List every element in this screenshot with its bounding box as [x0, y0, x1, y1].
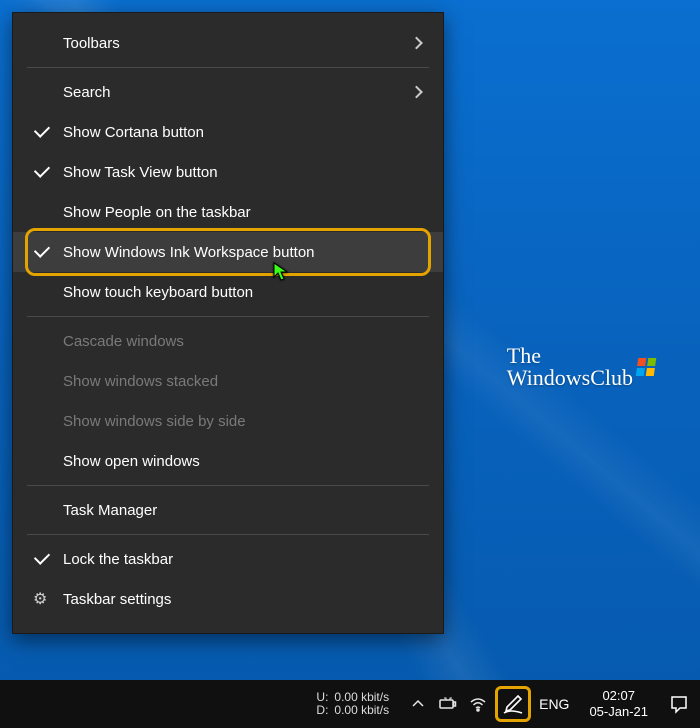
- menu-open-windows[interactable]: Show open windows: [13, 441, 443, 481]
- clock-date: 05-Jan-21: [589, 704, 648, 720]
- menu-show-touch-keyboard[interactable]: Show touch keyboard button: [13, 272, 443, 312]
- battery-icon[interactable]: [439, 695, 457, 713]
- net-down-value: 0.00 kbit/s: [334, 704, 389, 717]
- menu-cascade-windows: Cascade windows: [13, 321, 443, 361]
- menu-show-people-label: Show People on the taskbar: [63, 204, 251, 221]
- menu-task-manager[interactable]: Task Manager: [13, 490, 443, 530]
- menu-cascade-label: Cascade windows: [63, 333, 184, 350]
- menu-taskbar-settings[interactable]: Taskbar settings: [13, 579, 443, 619]
- taskbar-context-menu: Toolbars Search Show Cortana button Show…: [12, 12, 444, 634]
- menu-toolbars-label: Toolbars: [63, 35, 120, 52]
- separator: [27, 316, 429, 317]
- menu-show-ink-workspace[interactable]: Show Windows Ink Workspace button: [13, 232, 443, 272]
- tray-overflow-icon[interactable]: [409, 695, 427, 713]
- menu-show-touch-kb-label: Show touch keyboard button: [63, 284, 253, 301]
- windows-ink-workspace-button[interactable]: [497, 688, 529, 720]
- separator: [27, 485, 429, 486]
- menu-search-label: Search: [63, 84, 111, 101]
- action-center-button[interactable]: [658, 680, 700, 728]
- watermark-line1: The: [507, 345, 633, 367]
- watermark: The WindowsClub: [507, 345, 655, 389]
- clock[interactable]: 02:07 05-Jan-21: [579, 688, 658, 719]
- menu-show-cortana-label: Show Cortana button: [63, 124, 204, 141]
- language-label: ENG: [539, 696, 569, 712]
- watermark-line2: WindowsClub: [507, 367, 633, 389]
- menu-stacked-windows: Show windows stacked: [13, 361, 443, 401]
- separator: [27, 534, 429, 535]
- menu-taskbar-settings-label: Taskbar settings: [63, 591, 171, 608]
- menu-toolbars[interactable]: Toolbars: [13, 23, 443, 63]
- menu-lock-taskbar-label: Lock the taskbar: [63, 551, 173, 568]
- menu-show-cortana[interactable]: Show Cortana button: [13, 112, 443, 152]
- menu-show-task-view-label: Show Task View button: [63, 164, 218, 181]
- menu-side-by-side-label: Show windows side by side: [63, 413, 246, 430]
- separator: [27, 67, 429, 68]
- menu-show-people[interactable]: Show People on the taskbar: [13, 192, 443, 232]
- language-indicator[interactable]: ENG: [529, 696, 579, 712]
- clock-time: 02:07: [602, 688, 635, 704]
- menu-stacked-label: Show windows stacked: [63, 373, 218, 390]
- menu-task-manager-label: Task Manager: [63, 502, 157, 519]
- menu-show-task-view[interactable]: Show Task View button: [13, 152, 443, 192]
- menu-search[interactable]: Search: [13, 72, 443, 112]
- menu-lock-taskbar[interactable]: Lock the taskbar: [13, 539, 443, 579]
- network-stats: U: 0.00 kbit/s D: 0.00 kbit/s: [316, 691, 389, 717]
- system-tray: [399, 695, 497, 713]
- menu-show-ink-label: Show Windows Ink Workspace button: [63, 244, 315, 261]
- menu-open-windows-label: Show open windows: [63, 453, 200, 470]
- taskbar[interactable]: U: 0.00 kbit/s D: 0.00 kbit/s ENG 02:07 …: [0, 680, 700, 728]
- menu-side-by-side: Show windows side by side: [13, 401, 443, 441]
- net-down-label: D:: [316, 704, 328, 717]
- wifi-icon[interactable]: [469, 695, 487, 713]
- windows-flag-icon: [636, 358, 657, 376]
